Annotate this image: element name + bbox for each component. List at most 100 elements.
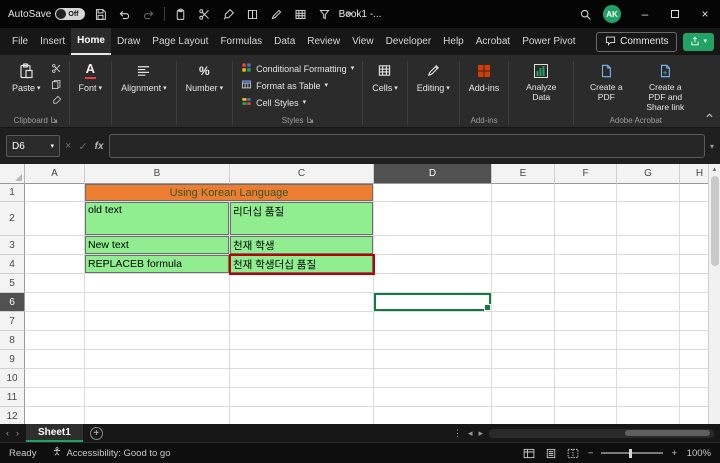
- tab-review[interactable]: Review: [301, 28, 346, 55]
- cell-H8[interactable]: [680, 331, 708, 350]
- cell-G1[interactable]: [617, 184, 680, 202]
- vertical-scroll-thumb[interactable]: [711, 176, 719, 266]
- cell-C11[interactable]: [230, 388, 374, 407]
- addins-button[interactable]: Add-ins: [464, 57, 505, 93]
- row-header-8[interactable]: 8: [0, 331, 25, 350]
- redo-icon[interactable]: [140, 6, 157, 23]
- cell-A4[interactable]: [25, 255, 85, 274]
- cell-F4[interactable]: [555, 255, 617, 274]
- cut-quick-icon[interactable]: [196, 6, 213, 23]
- row-header-1[interactable]: 1: [0, 184, 25, 202]
- cell-F5[interactable]: [555, 274, 617, 293]
- create-pdf-share-button[interactable]: Create a PDF and Share link: [637, 57, 693, 112]
- horizontal-scrollbar[interactable]: [489, 429, 714, 438]
- autosave-toggle[interactable]: AutoSave Off: [8, 8, 85, 20]
- cell-G9[interactable]: [617, 350, 680, 369]
- cell-B7[interactable]: [85, 312, 230, 331]
- cell-E6[interactable]: [492, 293, 555, 312]
- tab-acrobat[interactable]: Acrobat: [470, 28, 516, 55]
- name-box[interactable]: D6 ▾: [6, 135, 60, 157]
- row-header-9[interactable]: 9: [0, 350, 25, 369]
- cell-E4[interactable]: [492, 255, 555, 274]
- cell-D2[interactable]: [374, 202, 492, 236]
- cell-D5[interactable]: [374, 274, 492, 293]
- select-all-corner[interactable]: [0, 164, 25, 184]
- minimize-button[interactable]: –: [630, 0, 660, 28]
- cell-H4[interactable]: [680, 255, 708, 274]
- autosave-switch-icon[interactable]: Off: [55, 8, 85, 20]
- cell-D10[interactable]: [374, 369, 492, 388]
- cell-H9[interactable]: [680, 350, 708, 369]
- add-sheet-button[interactable]: +: [90, 427, 103, 440]
- cell-G6[interactable]: [617, 293, 680, 312]
- cell-C12[interactable]: [230, 407, 374, 424]
- cell-A8[interactable]: [25, 331, 85, 350]
- cell-H7[interactable]: [680, 312, 708, 331]
- insert-function-icon[interactable]: fx: [95, 141, 104, 152]
- cell-E1[interactable]: [492, 184, 555, 202]
- zoom-out-icon[interactable]: −: [588, 448, 594, 459]
- search-icon[interactable]: [577, 6, 594, 23]
- accessibility-status[interactable]: Accessibility: Good to go: [52, 446, 170, 460]
- cell-C5[interactable]: [230, 274, 374, 293]
- comments-button[interactable]: Comments: [596, 32, 677, 52]
- cell-A12[interactable]: [25, 407, 85, 424]
- column-header-C[interactable]: C: [230, 164, 374, 184]
- zoom-slider-thumb[interactable]: [629, 449, 632, 458]
- cell-A1[interactable]: [25, 184, 85, 202]
- tab-data[interactable]: Data: [268, 28, 301, 55]
- cell-H6[interactable]: [680, 293, 708, 312]
- cell-B9[interactable]: [85, 350, 230, 369]
- cell-C9[interactable]: [230, 350, 374, 369]
- column-header-H[interactable]: H: [680, 164, 708, 184]
- cell-A5[interactable]: [25, 274, 85, 293]
- cell-E7[interactable]: [492, 312, 555, 331]
- format-painter-quick-icon[interactable]: [220, 6, 237, 23]
- cell-G8[interactable]: [617, 331, 680, 350]
- tab-insert[interactable]: Insert: [34, 28, 71, 55]
- page-layout-view-icon[interactable]: [544, 447, 558, 460]
- tab-formulas[interactable]: Formulas: [214, 28, 268, 55]
- cell-C8[interactable]: [230, 331, 374, 350]
- cell-B6[interactable]: [85, 293, 230, 312]
- cell-E5[interactable]: [492, 274, 555, 293]
- cell-F11[interactable]: [555, 388, 617, 407]
- cell-D4[interactable]: [374, 255, 492, 274]
- cell-D1[interactable]: [374, 184, 492, 202]
- format-painter-icon[interactable]: [49, 93, 65, 107]
- hscroll-right-icon[interactable]: ▸: [478, 428, 483, 439]
- formula-input[interactable]: [109, 134, 705, 158]
- cell-C4[interactable]: 천재 학생더십 품질: [230, 255, 374, 274]
- column-header-E[interactable]: E: [492, 164, 555, 184]
- cell-F9[interactable]: [555, 350, 617, 369]
- conditional-formatting-button[interactable]: Conditional Formatting ▾: [237, 61, 358, 76]
- avatar[interactable]: AK: [603, 5, 621, 23]
- horizontal-scroll-thumb[interactable]: [625, 430, 710, 436]
- sheet-nav-left-icon[interactable]: ‹: [6, 428, 9, 438]
- cell-E8[interactable]: [492, 331, 555, 350]
- row-header-7[interactable]: 7: [0, 312, 25, 331]
- row-header-2[interactable]: 2: [0, 202, 25, 236]
- table-quick-icon[interactable]: [292, 6, 309, 23]
- cell-B10[interactable]: [85, 369, 230, 388]
- alignment-button[interactable]: Alignment▾: [116, 57, 172, 93]
- tab-draw[interactable]: Draw: [111, 28, 146, 55]
- format-as-table-button[interactable]: Format as Table ▾: [237, 78, 332, 93]
- cell-B2[interactable]: old text: [85, 202, 230, 236]
- cell-D12[interactable]: [374, 407, 492, 424]
- formula-bar-expand-icon[interactable]: ▾: [710, 142, 714, 151]
- cell-E3[interactable]: [492, 236, 555, 255]
- cell-H2[interactable]: [680, 202, 708, 236]
- cell-F8[interactable]: [555, 331, 617, 350]
- cell-C2[interactable]: 리더십 품질: [230, 202, 374, 236]
- cell-G5[interactable]: [617, 274, 680, 293]
- cut-icon[interactable]: [49, 61, 65, 75]
- cell-C10[interactable]: [230, 369, 374, 388]
- row-header-10[interactable]: 10: [0, 369, 25, 388]
- cell-G7[interactable]: [617, 312, 680, 331]
- tab-power-pivot[interactable]: Power Pivot: [516, 28, 581, 55]
- column-header-G[interactable]: G: [617, 164, 680, 184]
- cell-A10[interactable]: [25, 369, 85, 388]
- tab-help[interactable]: Help: [437, 28, 470, 55]
- cell-C3[interactable]: 천재 학생: [230, 236, 374, 255]
